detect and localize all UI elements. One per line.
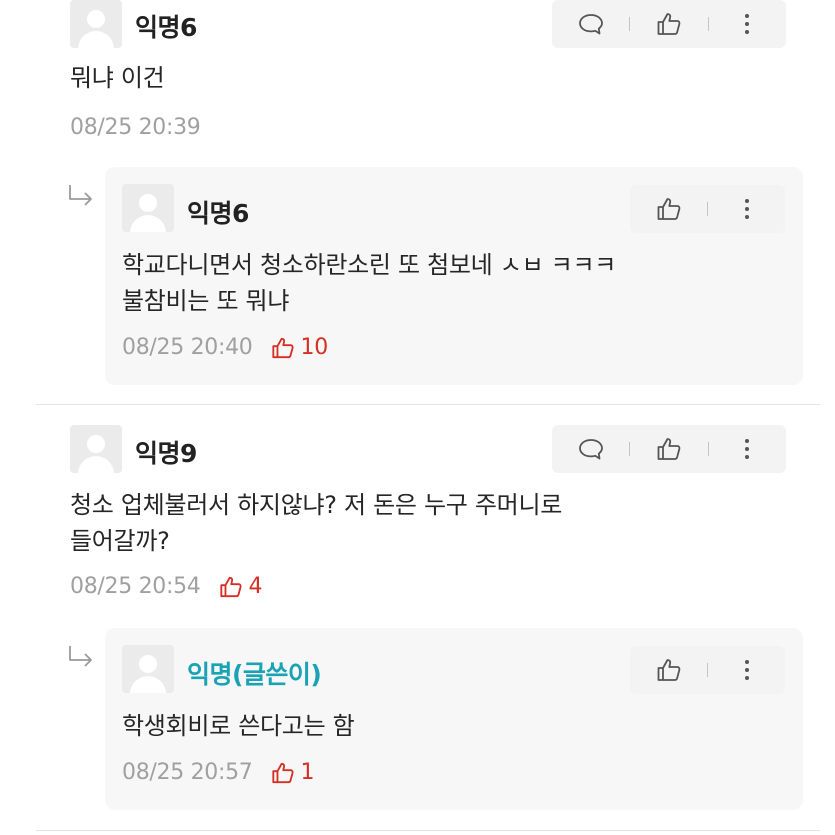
like-count: 4 (219, 574, 262, 599)
more-options-button[interactable] (727, 650, 767, 690)
vertical-dots-icon (745, 14, 750, 34)
avatar (122, 184, 174, 232)
reply-meta: 08/25 20:40 10 (122, 335, 328, 360)
speech-bubble-icon (578, 439, 603, 460)
comment-author: 익명6 (135, 13, 197, 42)
like-comment-button[interactable] (649, 4, 689, 44)
more-options-button[interactable] (727, 429, 767, 469)
thumbs-up-icon (271, 337, 294, 358)
comment-body: 청소 업체불러서 하지않냐? 저 돈은 누구 주머니로 들어갈까? (70, 491, 563, 555)
reply-comment-button[interactable] (571, 4, 611, 44)
reply-arrow-icon (69, 646, 92, 667)
reply-body: 학생회비로 쓴다고는 함 (122, 712, 355, 740)
comment-body: 뭐냐 이건 (70, 64, 165, 92)
thumbs-up-icon (657, 13, 681, 35)
vertical-dots-icon (744, 199, 749, 219)
speech-bubble-icon (578, 14, 603, 35)
divider (36, 830, 820, 831)
like-reply-button[interactable] (649, 189, 689, 229)
reply-comment-button[interactable] (571, 429, 611, 469)
reply-author: 익명6 (187, 199, 249, 228)
reply-arrow-icon (69, 185, 92, 206)
like-reply-button[interactable] (649, 650, 689, 690)
timestamp: 08/25 20:40 (122, 335, 253, 360)
avatar (70, 0, 122, 48)
more-options-button[interactable] (727, 189, 767, 229)
reply-action-bar (630, 646, 785, 694)
comment-action-bar (552, 425, 786, 473)
vertical-dots-icon (745, 439, 750, 459)
reply-1: 익명6 학교다니면서 청소하란소린 또 첨보네 ㅅㅂ ㅋㅋㅋ 불참비는 또 뭐냐… (105, 167, 803, 385)
timestamp: 08/25 20:57 (122, 760, 253, 785)
avatar (70, 425, 122, 473)
reply-action-bar (630, 185, 785, 233)
thumbs-up-icon (219, 576, 242, 597)
comment-action-bar (552, 0, 786, 48)
reply-2: 익명(글쓴이) 학생회비로 쓴다고는 함 08/25 20:57 1 (105, 628, 803, 810)
comment-author: 익명9 (135, 439, 197, 468)
thumbs-up-icon (657, 438, 681, 460)
reply-meta: 08/25 20:57 1 (122, 760, 314, 785)
thumbs-up-icon (657, 659, 680, 681)
like-comment-button[interactable] (649, 429, 689, 469)
thumbs-up-icon (271, 762, 294, 783)
more-options-button[interactable] (727, 4, 767, 44)
reply-body: 학교다니면서 청소하란소린 또 첨보네 ㅅㅂ ㅋㅋㅋ 불참비는 또 뭐냐 (122, 251, 617, 315)
reply-author: 익명(글쓴이) (187, 660, 322, 689)
divider (36, 404, 820, 405)
timestamp: 08/25 20:39 (70, 115, 201, 140)
comment-meta: 08/25 20:39 (70, 115, 201, 140)
like-count: 1 (271, 760, 314, 785)
timestamp: 08/25 20:54 (70, 574, 201, 599)
like-count: 10 (271, 335, 328, 360)
comment-meta: 08/25 20:54 4 (70, 574, 262, 599)
vertical-dots-icon (744, 660, 749, 680)
avatar (122, 645, 174, 693)
thumbs-up-icon (657, 198, 680, 220)
